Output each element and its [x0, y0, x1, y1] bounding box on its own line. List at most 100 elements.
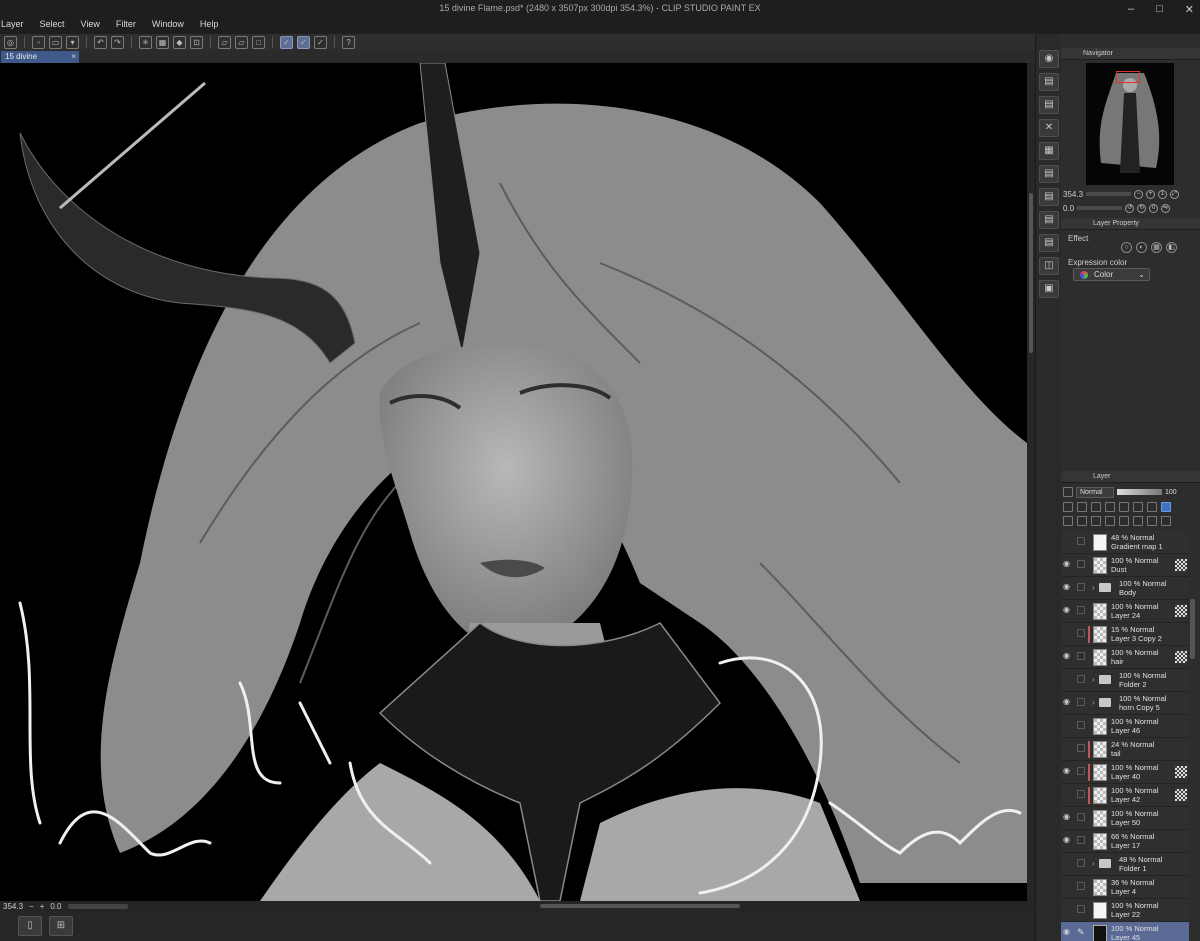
grid-icon[interactable]: ▦: [156, 35, 169, 49]
layer-row[interactable]: ◉ ✎ 100 % Normal Layer 45: [1061, 922, 1189, 941]
clear-icon[interactable]: ▱: [218, 35, 231, 49]
layer-row[interactable]: ◉ 100 % Normal hair: [1061, 646, 1189, 669]
layer-lock-toggle[interactable]: [1077, 790, 1085, 798]
navigator-dock-icon[interactable]: ◉: [1039, 50, 1059, 68]
menu-layer[interactable]: Layer: [0, 17, 32, 31]
draft-icon[interactable]: [1091, 502, 1101, 512]
visibility-eye-icon[interactable]: [1063, 859, 1073, 867]
rotate-left-button[interactable]: ↺: [1125, 203, 1135, 213]
layer-lock-toggle[interactable]: [1077, 629, 1085, 637]
expression-color-select[interactable]: Color ⌄: [1073, 268, 1150, 281]
close-tab-icon[interactable]: ×: [71, 51, 76, 63]
open-file-icon[interactable]: ▭: [49, 35, 62, 49]
navigator-rotation[interactable]: 0.0: [1063, 204, 1074, 213]
layer-lock-toggle[interactable]: [1077, 537, 1085, 545]
auto-action-icon[interactable]: ▤: [1039, 165, 1059, 183]
watercolor-effect-icon[interactable]: ◐: [1136, 242, 1147, 253]
layer-search-icon[interactable]: ▤: [1039, 211, 1059, 229]
visibility-eye-icon[interactable]: ◉: [1063, 698, 1073, 706]
visibility-eye-icon[interactable]: [1063, 882, 1073, 890]
zoom-value[interactable]: 354.3: [3, 902, 23, 911]
layer-row[interactable]: 36 % Normal Layer 4: [1061, 876, 1189, 899]
minimize-button[interactable]: –: [1128, 3, 1134, 16]
loading-icon[interactable]: ✳: [139, 35, 152, 49]
ruler-icon[interactable]: [1147, 502, 1157, 512]
reference-icon[interactable]: [1077, 502, 1087, 512]
rotation-value[interactable]: 0.0: [50, 902, 61, 911]
quick-access-icon[interactable]: ▤: [1039, 234, 1059, 252]
layer-row[interactable]: 15 % Normal Layer 3 Copy 2: [1061, 623, 1189, 646]
layer-lock-toggle[interactable]: [1077, 813, 1085, 821]
visibility-eye-icon[interactable]: [1063, 744, 1073, 752]
visibility-eye-icon[interactable]: ◉: [1063, 560, 1073, 568]
layer-lock-toggle[interactable]: [1077, 583, 1085, 591]
panel-toggle-icon[interactable]: ▯: [18, 916, 42, 936]
layer-row[interactable]: 100 % Normal Layer 46: [1061, 715, 1189, 738]
layer-row[interactable]: 24 % Normal tail: [1061, 738, 1189, 761]
navigator-zoom-slider[interactable]: [1086, 192, 1132, 196]
transform-icon[interactable]: ⊡: [190, 35, 203, 49]
history-icon[interactable]: ▦: [1039, 142, 1059, 160]
new-folder-icon[interactable]: [1091, 516, 1101, 526]
layer-row[interactable]: 100 % Normal Layer 42: [1061, 784, 1189, 807]
layer-lock-toggle[interactable]: [1077, 859, 1085, 867]
visibility-eye-icon[interactable]: ◉: [1063, 767, 1073, 775]
navigator-zoom[interactable]: 354.3: [1063, 190, 1083, 199]
visibility-eye-icon[interactable]: [1063, 905, 1073, 913]
layer-lock-toggle[interactable]: [1077, 698, 1085, 706]
layer-lock-toggle[interactable]: [1077, 767, 1085, 775]
visibility-eye-icon[interactable]: [1063, 790, 1073, 798]
layer-row[interactable]: ◉ 100 % Normal Dust: [1061, 554, 1189, 577]
visibility-eye-icon[interactable]: ◉: [1063, 652, 1073, 660]
mask-icon[interactable]: [1133, 502, 1143, 512]
layer-lock-toggle[interactable]: [1077, 882, 1085, 890]
animation-icon[interactable]: ▣: [1039, 280, 1059, 298]
layer-lock-toggle[interactable]: [1077, 652, 1085, 660]
visibility-eye-icon[interactable]: ◉: [1063, 813, 1073, 821]
snap-grid-icon[interactable]: ✓: [314, 35, 327, 49]
fit-button[interactable]: ⤢: [1170, 189, 1180, 199]
layer-row[interactable]: ◉ 66 % Normal Layer 17: [1061, 830, 1189, 853]
combine-icon[interactable]: [1119, 516, 1129, 526]
layer-tab[interactable]: Layer: [1093, 471, 1111, 483]
visibility-eye-icon[interactable]: [1063, 675, 1073, 683]
layer-row[interactable]: 100 % Normal Layer 22: [1061, 899, 1189, 922]
layer-lock-toggle[interactable]: [1077, 744, 1085, 752]
layer-lock-toggle[interactable]: [1077, 606, 1085, 614]
new-vector-layer-icon[interactable]: [1077, 516, 1087, 526]
lock-icon[interactable]: [1105, 502, 1115, 512]
reset-rotation-button[interactable]: 0: [1149, 203, 1159, 213]
undo-icon[interactable]: ↶: [94, 35, 107, 49]
visibility-eye-icon[interactable]: ◉: [1063, 606, 1073, 614]
drawing-canvas[interactable]: [0, 63, 1027, 901]
border-effect-icon[interactable]: ○: [1121, 242, 1132, 253]
frame-icon[interactable]: □: [252, 35, 265, 49]
snap-special-ruler-icon[interactable]: ✓: [297, 35, 310, 49]
visibility-eye-icon[interactable]: [1063, 537, 1073, 545]
navigator-rotation-slider[interactable]: [1077, 206, 1123, 210]
layer-lock-toggle[interactable]: [1077, 836, 1085, 844]
apply-mask-icon[interactable]: [1147, 516, 1157, 526]
item-bank-icon[interactable]: ▤: [1039, 188, 1059, 206]
new-file-icon[interactable]: ▫: [32, 35, 45, 49]
menu-select[interactable]: Select: [32, 17, 73, 31]
camera-icon[interactable]: ◫: [1039, 257, 1059, 275]
maximize-button[interactable]: □: [1156, 3, 1163, 16]
layer-row[interactable]: ◉ 100 % Normal Layer 24: [1061, 600, 1189, 623]
layer-list-scrollbar[interactable]: [1190, 599, 1195, 659]
layer-row[interactable]: ◉ › 100 % Normal Body: [1061, 577, 1189, 600]
clip-icon[interactable]: [1063, 502, 1073, 512]
folder-expand-icon[interactable]: ›: [1092, 583, 1095, 592]
scroll-thumb[interactable]: [1029, 193, 1033, 353]
document-tab[interactable]: 15 divine Flame.psd* ×: [1, 51, 79, 73]
new-raster-layer-icon[interactable]: [1063, 516, 1073, 526]
zoom-in-button[interactable]: +: [1146, 189, 1156, 199]
blend-mode-select[interactable]: Normal: [1076, 486, 1114, 498]
menu-view[interactable]: View: [73, 17, 108, 31]
visibility-eye-icon[interactable]: ◉: [1063, 928, 1073, 936]
material-icon[interactable]: ▤: [1039, 73, 1059, 91]
save-icon[interactable]: ▾: [66, 35, 79, 49]
zoom-in-icon[interactable]: +: [40, 902, 45, 911]
lock-transparent-icon[interactable]: [1119, 502, 1129, 512]
menu-help[interactable]: Help: [192, 17, 227, 31]
